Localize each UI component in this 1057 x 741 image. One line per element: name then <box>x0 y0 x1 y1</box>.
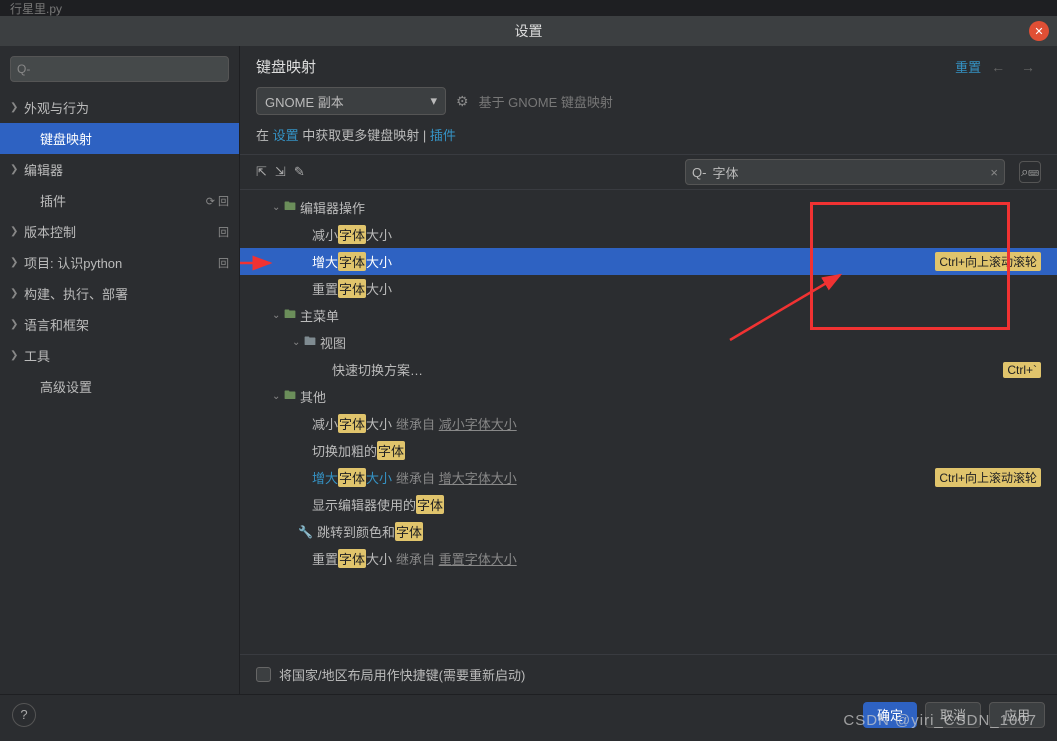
ok-button[interactable]: 确定 <box>863 702 917 728</box>
tree-item-increase-font[interactable]: 增大字体大小 Ctrl+向上滚动滚轮 <box>240 248 1057 275</box>
tree-item-reset-font[interactable]: 重置字体大小 <box>240 275 1057 302</box>
search-icon: Q <box>17 62 26 76</box>
sidebar-item-keymap[interactable]: 键盘映射 <box>0 123 239 154</box>
sidebar-item-project[interactable]: ❯项目: 认识python回 <box>0 247 239 278</box>
sidebar-search[interactable]: Q- <box>10 56 229 82</box>
close-icon: ✕ <box>1034 25 1043 38</box>
shortcut-badge: Ctrl+向上滚动滚轮 <box>935 468 1041 487</box>
cancel-button[interactable]: 取消 <box>925 702 981 728</box>
keymap-dropdown[interactable]: GNOME 副本 ▾ <box>256 87 446 115</box>
tree-group-other[interactable]: ⌄🖿其他 <box>240 383 1057 410</box>
content-panel: 键盘映射 重置 ← → GNOME 副本 ▾ ⚙ 基于 GNOME 键盘映射 在… <box>240 46 1057 694</box>
tree-item-o-decrease[interactable]: 减小字体大小 继承自 减小字体大小 <box>240 410 1057 437</box>
reset-link[interactable]: 重置 <box>955 57 981 76</box>
apply-button[interactable]: 应用 <box>989 702 1045 728</box>
edit-icon[interactable]: ✎ <box>294 164 305 180</box>
tree-item-o-bold[interactable]: 切换加粗的字体 <box>240 437 1057 464</box>
shortcut-badge: Ctrl+向上滚动滚轮 <box>935 252 1041 271</box>
chevron-down-icon: ▾ <box>430 93 437 109</box>
folder-icon: 🖿 <box>284 197 296 218</box>
find-shortcut-icon[interactable]: ⌕⌨ <box>1019 161 1041 183</box>
dialog-bottom-bar: ? 确定 取消 应用 <box>0 694 1057 734</box>
tree-group-editor-ops[interactable]: ⌄🖿编辑器操作 <box>240 194 1057 221</box>
sidebar-item-languages[interactable]: ❯语言和框架 <box>0 309 239 340</box>
search-icon: Q- <box>692 165 706 180</box>
tree-item-o-reset[interactable]: 重置字体大小 继承自 重置字体大小 <box>240 545 1057 572</box>
collapse-all-icon[interactable]: ⇲ <box>275 164 286 180</box>
sidebar-item-appearance[interactable]: ❯外观与行为 <box>0 92 239 123</box>
folder-icon: 🖿 <box>284 305 296 326</box>
folder-icon: 🖿 <box>284 386 296 407</box>
tree-item-quick-switch[interactable]: 快速切换方案… Ctrl+` <box>240 356 1057 383</box>
content-title: 键盘映射 <box>256 56 955 77</box>
expand-all-icon[interactable]: ⇱ <box>256 164 267 180</box>
sidebar-item-vcs[interactable]: ❯版本控制回 <box>0 216 239 247</box>
tab-bar: 行星里.py <box>0 0 1057 16</box>
sidebar-item-build[interactable]: ❯构建、执行、部署 <box>0 278 239 309</box>
tree-item-o-show[interactable]: 显示编辑器使用的字体 <box>240 491 1057 518</box>
tree-group-view[interactable]: ⌄🖿视图 <box>240 329 1057 356</box>
sidebar-item-tools[interactable]: ❯工具 <box>0 340 239 371</box>
tree-item-o-jump[interactable]: 🔧跳转到颜色和字体 <box>240 518 1057 545</box>
shortcut-badge: Ctrl+` <box>1003 362 1041 378</box>
sidebar: Q- ❯外观与行为 键盘映射 ❯编辑器 插件⟳ 回 ❯版本控制回 ❯项目: 认识… <box>0 46 240 694</box>
sidebar-item-editor[interactable]: ❯编辑器 <box>0 154 239 185</box>
action-tree: ⌄🖿编辑器操作 减小字体大小 增大字体大小 Ctrl+向上滚动滚轮 重置字体大小… <box>240 190 1057 654</box>
wrench-icon: 🔧 <box>298 525 313 539</box>
dialog-title-bar: 设置 ✕ <box>0 16 1057 46</box>
tree-toolbar: ⇱ ⇲ ✎ Q- 字体 × ⌕⌨ <box>240 154 1057 190</box>
tree-item-o-increase[interactable]: 增大字体大小 继承自 增大字体大小 Ctrl+向上滚动滚轮 <box>240 464 1057 491</box>
based-on-label: 基于 GNOME 键盘映射 <box>479 92 613 111</box>
tree-search-input[interactable]: Q- 字体 × <box>685 159 1005 185</box>
sidebar-item-advanced[interactable]: 高级设置 <box>0 371 239 402</box>
tree-item-decrease-font[interactable]: 减小字体大小 <box>240 221 1057 248</box>
dialog-title: 设置 <box>515 21 543 41</box>
folder-icon: 🖿 <box>304 332 316 353</box>
gear-icon[interactable]: ⚙ <box>456 93 469 110</box>
close-button[interactable]: ✕ <box>1029 21 1049 41</box>
more-keymaps-link: 在 设置 中获取更多键盘映射 | 插件 <box>240 121 1057 154</box>
tree-group-main-menu[interactable]: ⌄🖿主菜单 <box>240 302 1057 329</box>
checkbox[interactable] <box>256 667 271 682</box>
nav-arrows[interactable]: ← → <box>991 59 1041 75</box>
sidebar-item-plugins[interactable]: 插件⟳ 回 <box>0 185 239 216</box>
sidebar-nav: ❯外观与行为 键盘映射 ❯编辑器 插件⟳ 回 ❯版本控制回 ❯项目: 认识pyt… <box>0 92 239 402</box>
help-button[interactable]: ? <box>12 703 36 727</box>
clear-icon[interactable]: × <box>990 165 998 180</box>
national-layout-checkbox-row[interactable]: 将国家/地区布局用作快捷键(需要重新启动) <box>240 654 1057 694</box>
